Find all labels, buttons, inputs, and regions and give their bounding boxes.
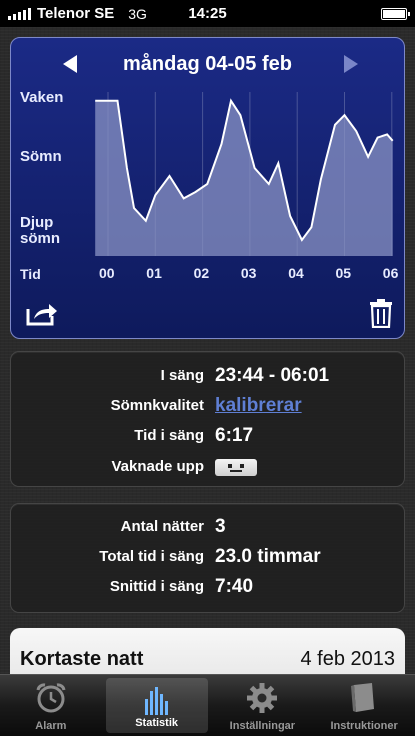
tab-instructions[interactable]: Instruktioner	[313, 675, 415, 736]
stat-row-nights: Antal nätter 3	[11, 513, 404, 541]
x-tick-label: 01	[146, 265, 162, 281]
stat-value: 7:40	[215, 576, 254, 597]
y-label-deep-sleep: Djup sömn	[20, 214, 61, 247]
tab-label: Inställningar	[229, 720, 296, 732]
stat-row-average-time: Snittid i säng 7:40	[11, 573, 404, 601]
stat-value: 23.0 timmar	[215, 546, 321, 567]
shortest-night-date: 4 feb 2013	[300, 648, 395, 670]
stat-value: 6:17	[215, 425, 254, 446]
stat-row-in-bed: I säng 23:44 - 06:01	[11, 362, 404, 390]
battery-icon	[381, 7, 410, 20]
x-tick-label: 04	[288, 265, 304, 281]
tab-bar: Alarm Statistik Inställningar Instruktio…	[0, 674, 415, 736]
y-label-sleep: Sömn	[20, 148, 62, 165]
sleep-area	[95, 100, 393, 256]
signal-icon	[8, 7, 31, 20]
totals-stats-panel: Antal nätter 3 Total tid i säng 23.0 tim…	[10, 503, 405, 613]
tab-label: Alarm	[35, 720, 67, 732]
x-tick-label: 06	[382, 265, 399, 281]
trash-icon[interactable]	[369, 298, 393, 329]
stat-row-total-time: Total tid i säng 23.0 timmar	[11, 543, 404, 571]
stat-row-time-in-bed: Tid i säng 6:17	[11, 422, 404, 450]
stat-label: I säng	[160, 367, 204, 384]
bar-chart-icon	[144, 687, 168, 715]
stat-label: Total tid i säng	[99, 548, 204, 565]
tab-label: Instruktioner	[330, 720, 398, 732]
stat-value: 23:44 - 06:01	[215, 365, 330, 386]
network-type: 3G	[128, 5, 147, 22]
carrier-name: Telenor SE	[37, 5, 115, 22]
tab-label: Statistik	[135, 717, 179, 729]
gear-icon	[247, 683, 278, 713]
stat-label: Snittid i säng	[109, 578, 204, 595]
stat-label: Vaknade upp	[111, 458, 204, 475]
stat-value: 3	[215, 516, 226, 537]
stat-row-sleep-quality: Sömnkvalitet kalibrerar	[11, 392, 404, 420]
x-tick-label: 02	[193, 265, 210, 281]
neutral-face-icon[interactable]	[215, 459, 257, 476]
tab-alarm[interactable]: Alarm	[0, 675, 102, 736]
x-tick-label: 05	[335, 265, 352, 281]
tab-statistics[interactable]: Statistik	[105, 678, 208, 733]
status-bar: Telenor SE 3G 14:25	[0, 0, 415, 27]
stat-row-woke-up: Vaknade upp	[11, 453, 404, 481]
shortest-night-title: Kortaste natt	[20, 648, 144, 670]
sleep-graph-plot	[95, 92, 394, 256]
stat-label: Antal nätter	[120, 518, 204, 535]
share-icon[interactable]	[25, 301, 59, 327]
x-tick-label: 00	[99, 265, 115, 281]
stat-label: Sömnkvalitet	[110, 397, 204, 414]
y-label-awake: Vaken	[20, 89, 64, 106]
x-tick-label: 03	[240, 265, 257, 281]
night-stats-panel: I säng 23:44 - 06:01 Sömnkvalitet kalibr…	[10, 351, 405, 487]
x-axis-label: Tid	[20, 266, 41, 282]
stat-label: Tid i säng	[134, 427, 204, 444]
alarm-clock-icon	[36, 683, 66, 713]
sleep-quality-link[interactable]: kalibrerar	[215, 392, 302, 420]
sleep-graph-card: måndag 04-05 feb Vaken Sömn Djup sömn Ti…	[10, 37, 405, 339]
tab-settings[interactable]: Inställningar	[212, 675, 314, 736]
book-icon	[351, 683, 375, 712]
